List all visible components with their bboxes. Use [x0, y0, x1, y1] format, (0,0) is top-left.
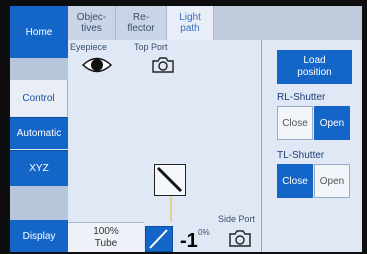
tab-bar-filler — [214, 6, 362, 40]
tl-shutter-label: TL-Shutter — [277, 150, 325, 161]
xyz-button[interactable]: XYZ — [10, 150, 68, 186]
automatic-button[interactable]: Automatic — [10, 117, 68, 149]
side-port-label: Side Port — [218, 214, 256, 224]
automatic-label: Automatic — [16, 128, 62, 139]
xyz-label: XYZ — [29, 163, 49, 174]
tab-light-path-line2: path — [180, 23, 200, 34]
tab-light-path-line1: Light — [179, 12, 201, 23]
tube-button[interactable]: 100% Tube — [68, 222, 144, 252]
rl-open-label: Open — [319, 117, 345, 129]
mirror-toggle-button[interactable] — [145, 226, 173, 252]
tab-reflector-line1: Re- — [132, 12, 150, 23]
load-position-line1: Load — [303, 55, 326, 66]
tube-percent: 100% — [93, 226, 119, 237]
tube-label: Tube — [94, 238, 118, 249]
tab-light-path[interactable]: Light path — [167, 6, 214, 40]
tl-close-label: Close — [282, 175, 308, 187]
light-beam — [170, 196, 172, 222]
beam-splitter-mirror — [154, 164, 186, 196]
microscope-control-screen: Home Control Automatic XYZ Display Objec… — [10, 6, 362, 252]
tl-open-label: Open — [319, 175, 345, 187]
tl-open-button[interactable]: Open — [314, 164, 350, 198]
tab-objectives-line2: tives — [81, 23, 102, 34]
overlay-number: -1 — [180, 230, 198, 252]
display-label: Display — [22, 230, 56, 242]
control-button[interactable]: Control — [10, 80, 68, 116]
mirror-diagonal-icon — [156, 166, 183, 193]
side-port-percent: 0% — [198, 228, 210, 237]
tab-reflector[interactable]: Re-flector — [116, 6, 167, 40]
eyepiece-label: Eyepiece — [70, 42, 108, 52]
rl-shutter-label: RL-Shutter — [277, 92, 326, 103]
tab-reflector-line2: flector — [127, 23, 155, 34]
home-button[interactable]: Home — [10, 6, 68, 58]
rl-close-button[interactable]: Close — [277, 106, 313, 140]
load-position-button[interactable]: Load position — [277, 50, 352, 84]
rl-open-button[interactable]: Open — [314, 106, 350, 140]
home-label: Home — [25, 26, 53, 38]
display-button[interactable]: Display — [10, 220, 68, 252]
sidebar-spacer-bottom — [10, 186, 68, 220]
tab-objectives[interactable]: Objec-tives — [68, 6, 116, 40]
top-port-label: Top Port — [134, 42, 168, 52]
eye-icon[interactable] — [82, 56, 112, 74]
load-position-line2: position — [297, 67, 332, 78]
control-label: Control — [22, 92, 55, 104]
light-path-panel: Eyepiece Top Port 100% Tube 0% Side Port… — [68, 40, 262, 252]
shutter-panel: Load position RL-Shutter Close Open TL-Sh… — [262, 40, 362, 252]
tl-close-button[interactable]: Close — [277, 164, 313, 198]
tab-objectives-line1: Objec- — [76, 12, 107, 23]
camera-icon[interactable] — [151, 56, 175, 74]
rl-close-label: Close — [282, 117, 308, 129]
mirror-diagonal-icon — [149, 229, 168, 249]
sidebar-spacer — [10, 58, 68, 80]
camera-icon[interactable] — [228, 229, 252, 248]
